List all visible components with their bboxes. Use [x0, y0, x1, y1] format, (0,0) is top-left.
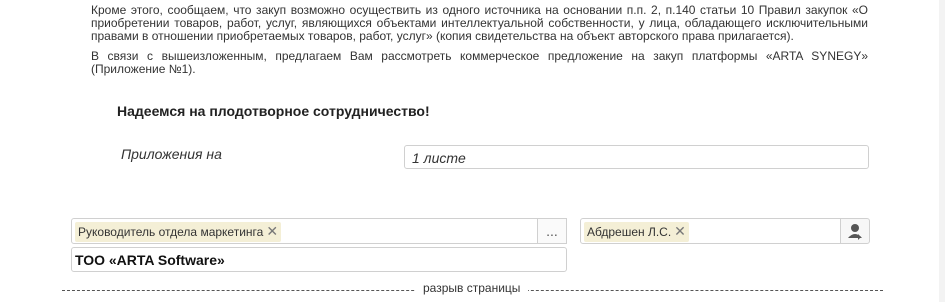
- body-paragraph: Кроме этого, сообщаем, что закуп возможн…: [91, 3, 868, 43]
- remove-tag-icon[interactable]: ✕: [266, 224, 278, 238]
- position-tag: Руководитель отдела маркетинга ✕: [75, 222, 282, 242]
- attachments-value: 1 листе: [412, 150, 466, 166]
- user-icon: [848, 224, 862, 240]
- organization-field[interactable]: ТОО «ARTA Software»: [71, 247, 567, 272]
- remove-tag-icon[interactable]: ✕: [674, 224, 686, 238]
- position-tag-label: Руководитель отдела маркетинга: [78, 225, 264, 239]
- position-field[interactable]: Руководитель отдела маркетинга ✕: [71, 218, 567, 244]
- user-picker-button[interactable]: [840, 218, 870, 244]
- signer-field[interactable]: Абдрешен Л.С. ✕: [580, 218, 841, 244]
- closing-line: Надеемся на плодотворное сотрудничество!: [117, 103, 430, 119]
- scrollbar[interactable]: [939, 0, 945, 302]
- attachments-label: Приложения на: [121, 146, 222, 162]
- signer-tag: Абдрешен Л.С. ✕: [584, 222, 689, 242]
- signer-tag-label: Абдрешен Л.С.: [587, 225, 672, 239]
- page-break-label: разрыв страницы: [415, 281, 529, 295]
- attachments-field[interactable]: 1 листе: [404, 145, 869, 169]
- position-select-button[interactable]: ...: [537, 218, 567, 244]
- organization-value: ТОО «ARTA Software»: [75, 252, 225, 268]
- body-paragraph: В связи с вышеизложенным, предлагаем Вам…: [91, 49, 868, 76]
